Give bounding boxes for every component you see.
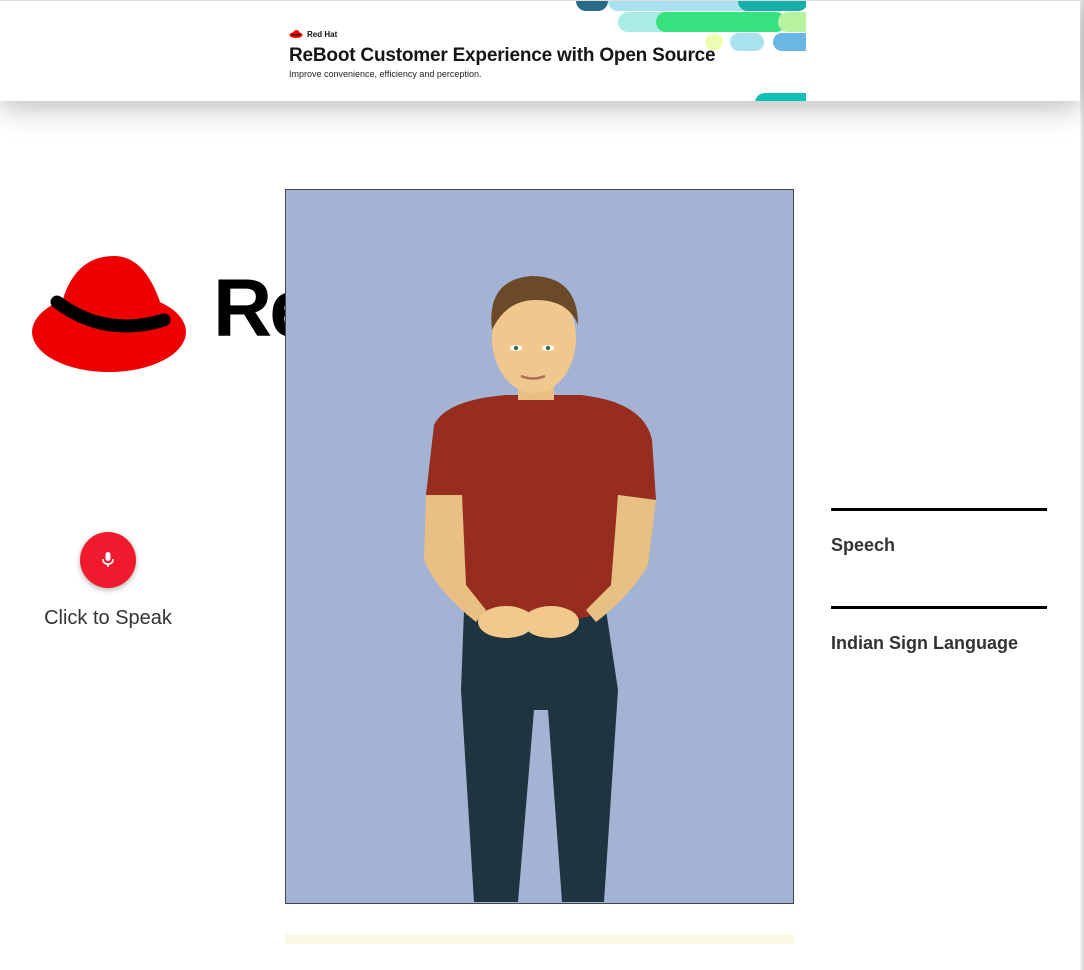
advertisement[interactable]: Red Hat ReBoot Customer Experience with … — [273, 1, 806, 101]
sign-language-heading: Indian Sign Language — [831, 633, 1019, 653]
microphone-icon — [102, 552, 114, 567]
red-hat-logo-icon — [289, 30, 303, 38]
click-to-speak-label: Click to Speak — [44, 607, 172, 629]
red-hat-logo-icon — [32, 256, 186, 372]
microphone-button[interactable] — [80, 532, 136, 588]
ad-title: ReBoot Customer Experience with Open Sou… — [289, 45, 716, 66]
sign-language-avatar — [285, 189, 794, 904]
ad-brand: Red Hat — [289, 29, 337, 39]
speech-heading: Speech — [831, 535, 896, 555]
avatar-figure — [424, 276, 656, 902]
ad-banner-bar: Red Hat ReBoot Customer Experience with … — [0, 0, 1080, 101]
ad-subtitle: Improve convenience, efficiency and perc… — [289, 69, 482, 79]
scrollbar-edge — [1080, 0, 1084, 970]
speech-section: Speech — [831, 508, 1047, 556]
sign-language-section: Indian Sign Language — [831, 606, 1047, 654]
caption-strip — [285, 934, 794, 944]
